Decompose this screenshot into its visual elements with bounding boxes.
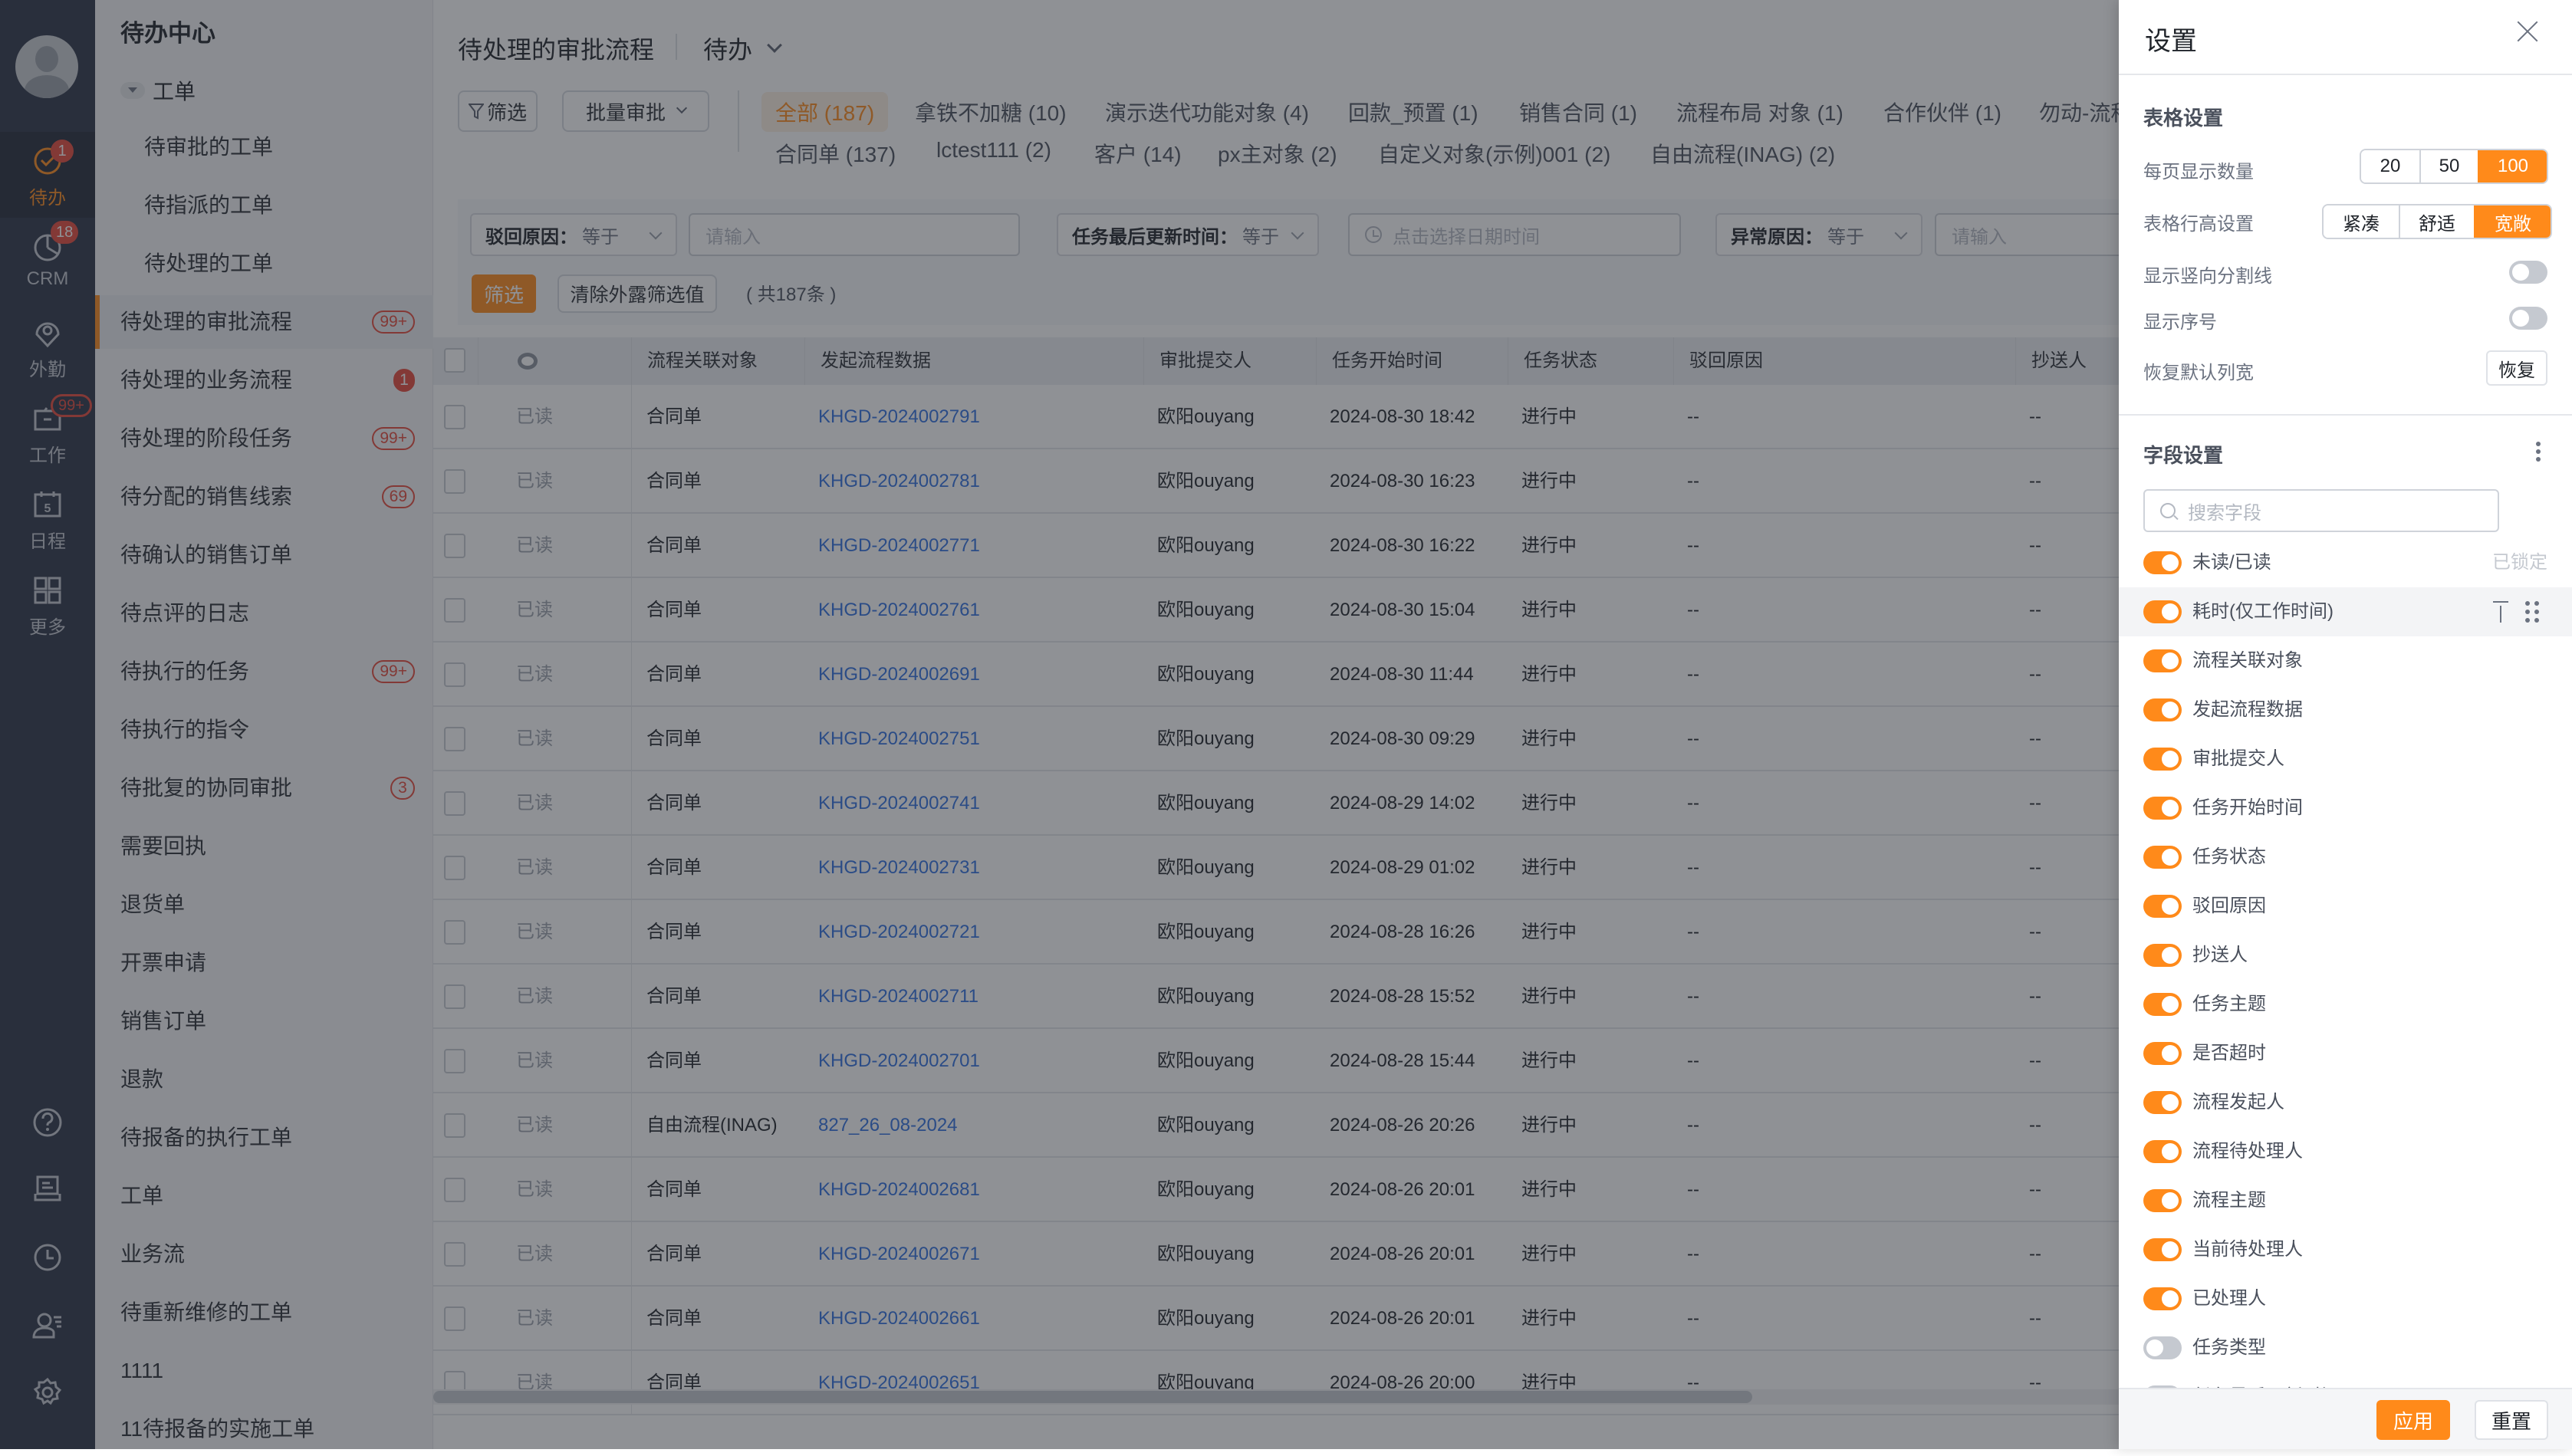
field-visibility-toggle[interactable]: [2143, 797, 2182, 820]
field-row[interactable]: 已处理人: [2119, 1274, 2572, 1323]
field-label: 抄送人: [2192, 945, 2248, 965]
search-icon: [2160, 503, 2176, 518]
settings-title: 设置: [2145, 27, 2197, 56]
field-label: 任务类型: [2192, 1337, 2266, 1358]
table-settings-heading: 表格设置: [2143, 107, 2224, 130]
field-label: 耗时(仅工作时间): [2192, 601, 2334, 622]
field-label: 流程待处理人: [2192, 1141, 2303, 1162]
settings-footer: 应用 重置: [2119, 1388, 2572, 1449]
field-visibility-toggle[interactable]: [2143, 649, 2182, 672]
drag-handle-icon[interactable]: [2525, 601, 2539, 623]
field-row[interactable]: 任务开始时间: [2119, 784, 2572, 833]
segment-option[interactable]: 100: [2478, 150, 2547, 182]
vertical-lines-toggle[interactable]: [2509, 261, 2547, 284]
field-visibility-toggle[interactable]: [2143, 895, 2182, 918]
more-vertical-icon[interactable]: [2536, 442, 2542, 465]
field-label: 流程主题: [2192, 1190, 2266, 1211]
field-label: 任务主题: [2192, 994, 2266, 1014]
field-label: 发起流程数据: [2192, 699, 2303, 720]
field-visibility-toggle[interactable]: [2143, 1042, 2182, 1065]
field-row[interactable]: 当前待处理人: [2119, 1225, 2572, 1274]
field-visibility-toggle[interactable]: [2143, 551, 2182, 574]
field-visibility-toggle[interactable]: [2143, 748, 2182, 771]
page-size-selector: 20 50 100: [2360, 149, 2548, 184]
field-row[interactable]: 流程待处理人: [2119, 1127, 2572, 1176]
field-row[interactable]: 耗时(仅工作时间): [2119, 587, 2572, 636]
row-height-label: 表格行高设置: [2143, 214, 2254, 235]
row-height-selector: 紧凑 舒适 宽敞: [2322, 204, 2552, 239]
segment-option[interactable]: 50: [2419, 150, 2478, 182]
field-label: 审批提交人: [2192, 748, 2284, 769]
field-visibility-toggle[interactable]: [2143, 1287, 2182, 1310]
field-row[interactable]: 流程主题: [2119, 1176, 2572, 1225]
field-visibility-toggle[interactable]: [2143, 1091, 2182, 1114]
restore-width-button[interactable]: 恢复: [2486, 350, 2547, 386]
field-row[interactable]: 未读/已读 已锁定: [2119, 538, 2572, 587]
field-visibility-toggle[interactable]: [2143, 1189, 2182, 1212]
settings-panel: 设置 表格设置 每页显示数量 20 50 100 表格行高设置 紧凑 舒适 宽敞 显示竖…: [2119, 0, 2572, 1449]
field-visibility-toggle[interactable]: [2143, 698, 2182, 721]
field-visibility-toggle[interactable]: [2143, 1238, 2182, 1261]
field-label: 已处理人: [2192, 1288, 2266, 1309]
field-visibility-toggle[interactable]: [2143, 1140, 2182, 1163]
field-label: 是否超时: [2192, 1043, 2266, 1063]
segment-option[interactable]: 宽敞: [2474, 205, 2551, 238]
field-row[interactable]: 流程关联对象: [2119, 636, 2572, 685]
field-visibility-toggle[interactable]: [2143, 944, 2182, 967]
field-visibility-toggle[interactable]: [2143, 600, 2182, 623]
field-row[interactable]: 流程发起人: [2119, 1078, 2572, 1127]
field-list: 未读/已读 已锁定耗时(仅工作时间) 流程关联对象 发起流程数据 审批提交人任务开始时间…: [2119, 538, 2572, 1388]
field-row[interactable]: 任务类型: [2119, 1323, 2572, 1372]
show-index-toggle[interactable]: [2509, 307, 2547, 330]
vertical-lines-label: 显示竖向分割线: [2143, 266, 2272, 287]
input-placeholder: 搜索字段: [2188, 502, 2261, 524]
field-label: 任务状态: [2192, 846, 2266, 867]
pin-to-top-icon[interactable]: [2493, 601, 2508, 623]
reset-button[interactable]: 重置: [2475, 1400, 2548, 1440]
field-visibility-toggle[interactable]: [2143, 993, 2182, 1016]
show-index-label: 显示序号: [2143, 312, 2217, 333]
field-label: 任务最后更新时间: [2192, 1372, 2340, 1388]
field-search-input[interactable]: 搜索字段: [2143, 489, 2499, 532]
field-label: 当前待处理人: [2192, 1239, 2303, 1260]
segment-option[interactable]: 20: [2361, 150, 2419, 182]
segment-option[interactable]: 紧凑: [2324, 205, 2399, 238]
divider: [2119, 414, 2572, 416]
field-label: 驳回原因: [2192, 896, 2266, 916]
segment-option[interactable]: 舒适: [2399, 205, 2474, 238]
field-visibility-toggle[interactable]: [2143, 846, 2182, 869]
field-label: 流程关联对象: [2192, 650, 2303, 671]
modal-overlay[interactable]: [0, 0, 2119, 1449]
close-icon[interactable]: [2516, 20, 2539, 43]
field-row[interactable]: 任务状态: [2119, 833, 2572, 882]
field-label: 流程发起人: [2192, 1092, 2284, 1113]
restore-width-label: 恢复默认列宽: [2143, 363, 2254, 383]
field-label: 未读/已读: [2192, 552, 2271, 573]
field-row[interactable]: 审批提交人: [2119, 735, 2572, 784]
field-visibility-toggle[interactable]: [2143, 1336, 2182, 1359]
divider: [2119, 74, 2572, 75]
page-size-label: 每页显示数量: [2143, 162, 2254, 182]
field-row[interactable]: 发起流程数据: [2119, 685, 2572, 735]
field-row[interactable]: 任务最后更新时间: [2119, 1372, 2572, 1388]
field-label: 任务开始时间: [2192, 797, 2303, 818]
field-settings-heading: 字段设置: [2143, 444, 2224, 467]
apply-button[interactable]: 应用: [2376, 1400, 2450, 1440]
locked-label: 已锁定: [2492, 552, 2547, 573]
field-row[interactable]: 是否超时: [2119, 1029, 2572, 1078]
field-row[interactable]: 抄送人: [2119, 931, 2572, 980]
field-row[interactable]: 驳回原因: [2119, 882, 2572, 931]
field-row[interactable]: 任务主题: [2119, 980, 2572, 1029]
